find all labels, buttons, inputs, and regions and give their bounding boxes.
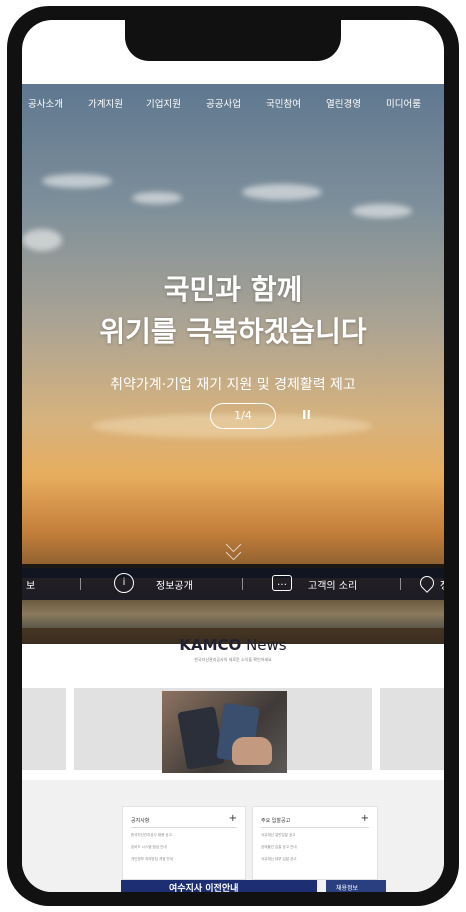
bid-item[interactable]: 국유재산 일반입찰 공고 xyxy=(261,833,295,838)
news-card-image[interactable] xyxy=(162,691,287,773)
nav-item-public[interactable]: 공공사업 xyxy=(206,96,241,110)
divider xyxy=(80,578,81,590)
hero-banner: 공사소개 가계지원 기업지원 공공사업 국민참여 열린경영 미디어룸 국민과 함… xyxy=(22,84,444,644)
phone-frame: 공사소개 가계지원 기업지원 공공사업 국민참여 열린경영 미디어룸 국민과 함… xyxy=(7,6,459,906)
bid-item[interactable]: 공매물건 입찰 공고 안내 xyxy=(261,845,297,850)
plus-icon[interactable]: + xyxy=(229,813,237,824)
hero-title-line1: 국민과 함께 xyxy=(163,273,303,306)
news-title-brand: KAMCO xyxy=(179,636,242,654)
bid-box: 주요 입찰공고 + 국유재산 일반입찰 공고 공매물건 입찰 공고 안내 국유재… xyxy=(252,806,378,880)
recruit-banner[interactable]: 채용정보 xyxy=(326,880,386,892)
quick-item-disclosure[interactable]: 정보공개 xyxy=(156,577,193,592)
nav-item-household[interactable]: 가계지원 xyxy=(88,96,123,110)
nav-item-management[interactable]: 열린경영 xyxy=(326,96,361,110)
cloud-shape xyxy=(242,184,322,200)
main-nav: 공사소개 가계지원 기업지원 공공사업 국민참여 열린경영 미디어룸 xyxy=(22,84,444,118)
nav-item-media[interactable]: 미디어룸 xyxy=(386,96,421,110)
relocation-banner-text: 여수지사 이전안내 xyxy=(169,884,239,892)
location-pin-icon xyxy=(417,573,437,593)
plus-icon[interactable]: + xyxy=(361,813,369,824)
quick-item-partial[interactable]: 보 xyxy=(26,577,35,592)
notice-box-title: 공지사항 xyxy=(131,818,150,824)
hand-image xyxy=(232,737,272,765)
smartphone-image xyxy=(177,706,225,770)
info-icon: i xyxy=(114,573,134,593)
bid-item[interactable]: 국유재산 대부 입찰 공고 xyxy=(261,857,297,862)
news-title-suffix: News xyxy=(241,636,287,654)
news-card[interactable] xyxy=(380,688,444,770)
nav-item-business[interactable]: 기업지원 xyxy=(146,96,181,110)
relocation-banner[interactable]: 여수지사 이전안내 xyxy=(121,880,317,892)
cloud-shape xyxy=(132,192,182,204)
recruit-banner-text: 채용정보 xyxy=(336,885,359,892)
river-reflection xyxy=(22,600,444,628)
chat-icon: … xyxy=(272,575,292,591)
nav-item-participation[interactable]: 국민참여 xyxy=(266,96,301,110)
notice-box: 공지사항 + 한국자산관리공사 채용 공고 온비드 시스템 점검 안내 개인정보… xyxy=(122,806,246,880)
divider xyxy=(261,827,369,828)
hero-subtitle: 취약가계·기업 재기 지원 및 경제활력 제고 xyxy=(110,377,356,393)
cloud-shape xyxy=(42,174,112,188)
bid-box-title: 주요 입찰공고 xyxy=(261,818,291,824)
cloud-shape xyxy=(352,204,412,218)
news-section-subtitle: 한국자산관리공사의 새로운 소식을 확인하세요 xyxy=(194,657,272,662)
slide-pager[interactable]: 1/4 xyxy=(210,403,276,429)
quick-item-customer-voice[interactable]: 고객의 소리 xyxy=(308,577,357,592)
hero-title-line2: 위기를 극복하겠습니다 xyxy=(99,315,367,348)
divider xyxy=(131,827,237,828)
phone-screen: 공사소개 가계지원 기업지원 공공사업 국민참여 열린경영 미디어룸 국민과 함… xyxy=(22,20,444,892)
quick-menu-bar: 보 i 정보공개 … 고객의 소리 정 xyxy=(22,568,444,600)
quick-item-partial-right[interactable]: 정 xyxy=(440,577,444,592)
divider xyxy=(242,578,243,590)
notice-item[interactable]: 온비드 시스템 점검 안내 xyxy=(131,845,167,850)
phone-notch xyxy=(125,20,341,61)
divider xyxy=(400,578,401,590)
notice-item[interactable]: 개인정보 처리방침 개정 안내 xyxy=(131,857,173,862)
nav-item-about[interactable]: 공사소개 xyxy=(28,96,63,110)
pause-icon[interactable]: II xyxy=(302,408,311,422)
notice-section: 공지사항 + 한국자산관리공사 채용 공고 온비드 시스템 점검 안내 개인정보… xyxy=(22,780,444,892)
cloud-shape xyxy=(22,229,62,251)
notice-item[interactable]: 한국자산관리공사 채용 공고 xyxy=(131,833,172,838)
news-card[interactable] xyxy=(22,688,66,770)
news-section-title: KAMCO News xyxy=(22,636,444,654)
